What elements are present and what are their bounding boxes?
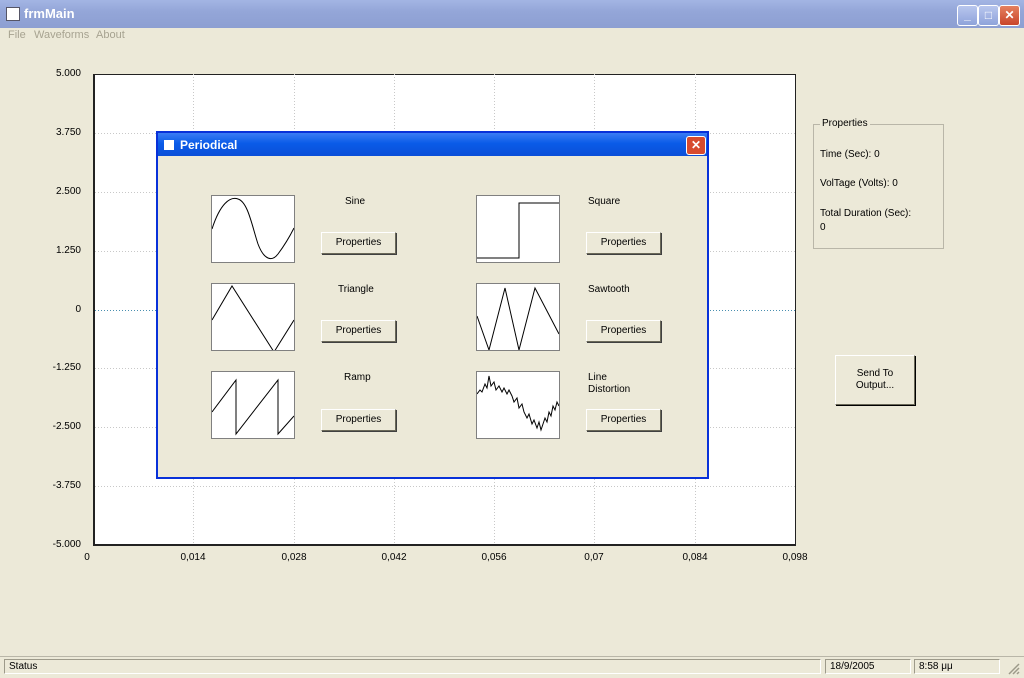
maximize-button[interactable]: □ — [978, 5, 999, 26]
y-tick-label: 1.250 — [55, 245, 81, 256]
status-time: 8:58 μμ — [914, 659, 1000, 674]
dialog-title: Periodical — [180, 138, 238, 152]
status-bar: Status 18/9/2005 8:58 μμ — [0, 656, 1024, 677]
properties-title: Properties — [820, 118, 870, 129]
y-tick-label: -5.000 — [52, 539, 81, 550]
send-to-output-button[interactable]: Send To Output... — [835, 355, 915, 405]
app-icon — [6, 7, 20, 21]
dialog-app-icon — [164, 140, 174, 150]
square-wave-icon[interactable] — [476, 195, 560, 263]
y-tick-label: 5.000 — [55, 68, 81, 79]
ramp-wave-icon[interactable] — [211, 371, 295, 439]
duration-value: 0 — [820, 222, 826, 233]
triangle-wave-icon[interactable] — [211, 283, 295, 353]
dialog-title-bar[interactable]: Periodical ✕ — [158, 133, 707, 156]
dialog-close-icon[interactable]: ✕ — [686, 136, 706, 155]
triangle-properties-button[interactable]: Properties — [321, 320, 396, 342]
ramp-properties-button[interactable]: Properties — [321, 409, 396, 431]
x-tick-label: 0,084 — [682, 552, 708, 563]
x-tick-label: 0 — [84, 552, 90, 563]
main-title-bar[interactable]: frmMain _ □ ✕ — [0, 0, 1024, 28]
duration-label: Total Duration (Sec): — [820, 208, 912, 219]
sawtooth-properties-button[interactable]: Properties — [586, 320, 661, 342]
noise-wave-icon[interactable] — [476, 371, 560, 439]
resize-grip-icon[interactable] — [1006, 661, 1020, 675]
y-tick-label: -3.750 — [52, 480, 81, 491]
x-tick-label: 0,042 — [381, 552, 407, 563]
close-button[interactable]: ✕ — [999, 5, 1020, 26]
menu-about[interactable]: About — [96, 29, 125, 41]
sawtooth-wave-icon[interactable] — [476, 283, 560, 352]
status-date: 18/9/2005 — [825, 659, 911, 674]
y-tick-label: 2.500 — [55, 186, 81, 197]
sawtooth-label: Sawtooth — [588, 284, 630, 295]
x-tick-label: 0,056 — [481, 552, 507, 563]
y-tick-label: 0 — [75, 304, 81, 315]
x-tick-label: 0,028 — [281, 552, 307, 563]
window-title: frmMain — [24, 6, 75, 21]
menu-bar: File Waveforms About — [0, 28, 1024, 44]
x-tick-label: 0,07 — [584, 552, 604, 563]
sine-properties-button[interactable]: Properties — [321, 232, 396, 254]
ramp-label: Ramp — [344, 372, 371, 383]
triangle-label: Triangle — [338, 284, 374, 295]
y-tick-label: -1.250 — [52, 362, 81, 373]
y-tick-label: 3.750 — [55, 127, 81, 138]
send-button-line2: Output... — [855, 380, 895, 391]
line-distortion-properties-button[interactable]: Properties — [586, 409, 661, 431]
send-button-line1: Send To — [856, 368, 894, 379]
properties-groupbox: Properties Time (Sec): 0 VolTage (Volts)… — [813, 118, 944, 249]
periodical-dialog: Periodical ✕ Sine Properties Square Prop… — [156, 131, 709, 479]
sine-label: Sine — [345, 196, 366, 207]
square-properties-button[interactable]: Properties — [586, 232, 661, 254]
sine-wave-icon[interactable] — [211, 195, 295, 263]
x-tick-label: 0,014 — [180, 552, 206, 563]
square-label: Square — [588, 196, 621, 207]
status-text: Status — [4, 659, 821, 674]
time-readout: Time (Sec): 0 — [820, 149, 880, 160]
voltage-readout: VolTage (Volts): 0 — [820, 178, 898, 189]
line-distortion-label: Line Distortion — [588, 372, 631, 395]
y-tick-label: -2.500 — [52, 421, 81, 432]
minimize-button[interactable]: _ — [957, 5, 978, 26]
menu-file[interactable]: File — [8, 29, 26, 41]
x-tick-label: 0,098 — [782, 552, 808, 563]
menu-waveforms[interactable]: Waveforms — [34, 29, 89, 41]
